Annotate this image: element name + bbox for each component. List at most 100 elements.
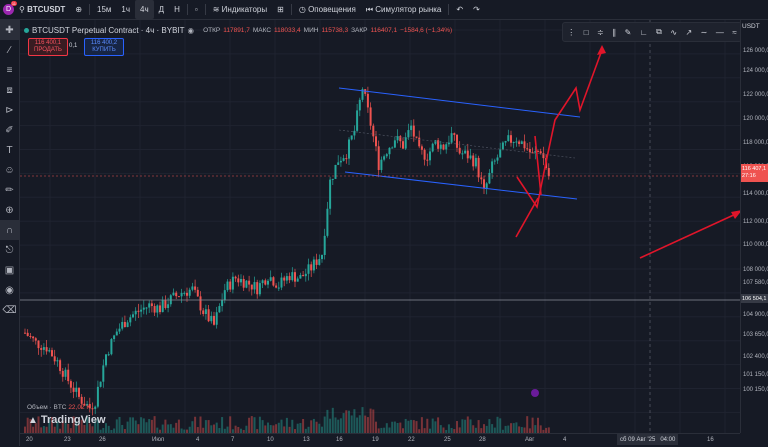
user-avatar[interactable]: D 11 [3,1,17,15]
candle-body [94,406,97,409]
eye-icon[interactable]: ◉ [188,26,195,35]
candle-body [496,157,499,161]
drag-handle-icon[interactable]: ⋮ [567,28,575,37]
lock-drawings-tool[interactable]: ⎋ [0,240,19,260]
candle-body [302,275,305,277]
volume-bar [461,419,464,433]
candle-body [280,277,283,288]
delete-tool[interactable]: ⌫ [0,300,19,320]
volume-bar [213,424,215,433]
pencil-icon[interactable]: ✎ [625,28,632,37]
lock-tool[interactable]: ▣ [0,260,19,280]
zoom-tool[interactable]: ⊕ [0,200,19,220]
candle-body [242,278,245,288]
volume-bar [167,424,170,433]
crosshair-price: 106 504,1 [742,295,767,302]
price-scale[interactable]: 126 000,0 124 000,0 122 000,0 120 000,0 118 … [740,20,768,433]
ruler-tool[interactable]: ✏ [0,180,19,200]
fib-tool[interactable]: ≡ [0,60,19,80]
candle-body [331,178,334,180]
price-chart[interactable] [20,20,740,433]
currency-label[interactable]: USDT [742,23,760,30]
compare-button[interactable]: ⊕ [70,0,87,19]
sell-button[interactable]: 116 400,1 ПРОДАТЬ [28,38,68,56]
divider [186,4,188,15]
candle-body [356,110,359,131]
timeframe-15m[interactable]: 15м [92,0,116,19]
pattern-icon[interactable]: ⧉ [656,27,662,37]
candle-body [59,360,62,371]
horizontal-line-icon[interactable]: — [716,28,724,37]
pattern-tool[interactable]: ⧈ [0,80,19,100]
buy-button[interactable]: 116 400,2 КУПИТЬ [84,38,124,56]
alerts-button[interactable]: ◷ Оповещения [294,0,361,19]
tradingview-logo[interactable]: ▲ TradingView [28,414,106,426]
square-icon[interactable]: □ [584,28,589,37]
candle-body [129,317,132,323]
candle-body [388,147,391,155]
crosshair-tool[interactable]: ✚ [0,20,19,40]
candle-body [142,307,145,310]
volume-bar [396,422,399,433]
candle-body [53,356,56,362]
price-tick: 118 000,0 [743,140,768,146]
timeframe-1d[interactable]: Д [154,0,169,19]
volume-bar [485,425,488,433]
price-tick: 107 580,0 [743,280,768,286]
price-tick: 126 000,0 [743,48,768,54]
indicators-button[interactable]: ≋ Индикаторы [208,0,272,19]
candle-body [472,155,475,167]
volume-bar [153,416,156,433]
wave-icon[interactable]: ∿ [670,28,677,37]
timeframe-1h[interactable]: 1ч [116,0,135,19]
gann-icon[interactable]: ∟ [640,28,648,37]
candle-body [177,296,180,298]
brush-tool[interactable]: ✐ [0,120,19,140]
candle-body [426,159,429,161]
candle-body [329,179,332,209]
volume-bar [323,416,326,433]
candle-body [499,149,502,158]
candle-body [510,135,512,143]
trend-arrow-icon[interactable]: ↗ [686,28,693,37]
replay-button[interactable]: ⏮ Симулятор рынка [361,0,447,19]
volume-bar [491,424,494,433]
visibility-tool[interactable]: ◉ [0,280,19,300]
text-tool[interactable]: T [0,140,19,160]
zigzag-icon[interactable]: ≈ [732,28,736,37]
candle-body [132,314,134,318]
volume-bar [134,420,137,433]
candle-body [175,292,178,297]
redo-button[interactable]: ↷ [468,0,485,19]
undo-button[interactable]: ↶ [451,0,468,19]
emoji-tool[interactable]: ☺ [0,160,19,180]
symbol-search[interactable]: ⚲ BTCUSDT [14,0,70,19]
candle-body [215,312,218,325]
polyline-icon[interactable]: ∼ [701,28,708,37]
candles [24,86,550,416]
layout-button[interactable]: ⊞ [272,0,289,19]
candle-body [69,381,72,388]
time-tick: 28 [479,437,486,443]
chart-pane[interactable] [20,20,740,433]
quantity-field[interactable]: 0,1 [69,43,77,49]
chart-type-button[interactable]: ▫ [190,0,203,19]
zoom-icon: ⊕ [5,204,14,216]
timeframe-4h[interactable]: 4ч [135,0,154,19]
legend-title[interactable]: BTCUSDT Perpetual Contract · 4ч · BYBIT [32,26,185,35]
padlock-icon: ▣ [4,264,15,276]
trendline-tool[interactable]: ∕ [0,40,19,60]
candle-body [183,292,186,294]
timeframe-1w[interactable]: Н [169,0,185,19]
chart-line-icon[interactable]: ≑ [597,28,604,37]
candle-body [442,144,445,150]
magnet-tool[interactable]: ∩ [0,220,19,240]
price-tick: 102 400,0 [743,354,768,360]
low-value: 115738,3 [321,27,349,34]
forecast-tool[interactable]: ⊳ [0,100,19,120]
candle-body [377,146,380,170]
parallel-channel-icon[interactable]: ∥ [612,28,616,37]
candle-body [105,354,107,366]
candle-body [372,125,375,137]
price-tick: 103 650,0 [743,332,768,338]
